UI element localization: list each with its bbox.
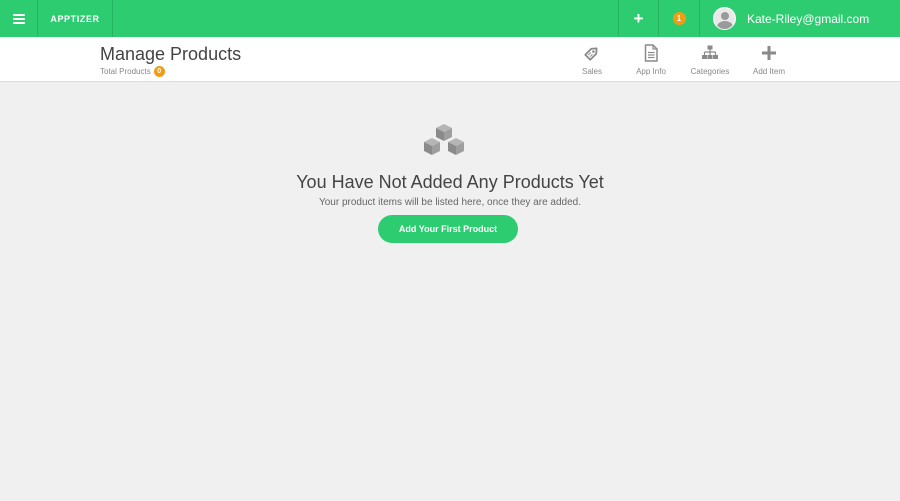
- total-products-label: Total Products: [100, 67, 151, 76]
- sales-button[interactable]: Sales: [562, 43, 622, 76]
- hamburger-icon: [12, 13, 25, 24]
- notifications-button[interactable]: 1: [658, 0, 699, 37]
- avatar: [713, 7, 736, 30]
- total-products: Total Products 0: [100, 66, 165, 77]
- app-info-label: App Info: [636, 67, 666, 76]
- empty-state-subtitle: Your product items will be listed here, …: [318, 197, 581, 208]
- top-navbar: APPTIZER + 1 Kate-Riley@gmail.com: [0, 0, 900, 37]
- add-item-label: Add Item: [752, 67, 785, 76]
- quick-add-button[interactable]: +: [618, 0, 658, 37]
- app-info-button[interactable]: App Info: [621, 43, 681, 76]
- total-products-badge: 0: [153, 66, 165, 77]
- add-item-button[interactable]: Add Item: [739, 43, 799, 76]
- user-menu[interactable]: Kate-Riley@gmail.com: [699, 0, 900, 37]
- brand-logo[interactable]: APPTIZER: [38, 0, 113, 37]
- notification-badge: 1: [672, 12, 686, 25]
- menu-button[interactable]: [0, 0, 38, 37]
- sitemap-icon: [702, 45, 718, 59]
- categories-button[interactable]: Categories: [680, 43, 740, 76]
- add-first-product-button[interactable]: Add Your First Product: [378, 215, 518, 243]
- empty-state-title: You Have Not Added Any Products Yet: [296, 172, 604, 192]
- categories-label: Categories: [690, 67, 730, 76]
- sales-label: Sales: [581, 67, 602, 76]
- tag-icon: [584, 47, 598, 61]
- document-icon: [644, 44, 658, 62]
- plus-icon: [762, 46, 776, 60]
- page-title: Manage Products: [100, 44, 242, 64]
- user-email: Kate-Riley@gmail.com: [747, 11, 870, 26]
- page-header: Manage Products Total Products 0 Sales A…: [0, 37, 900, 82]
- cubes-icon: [424, 124, 464, 155]
